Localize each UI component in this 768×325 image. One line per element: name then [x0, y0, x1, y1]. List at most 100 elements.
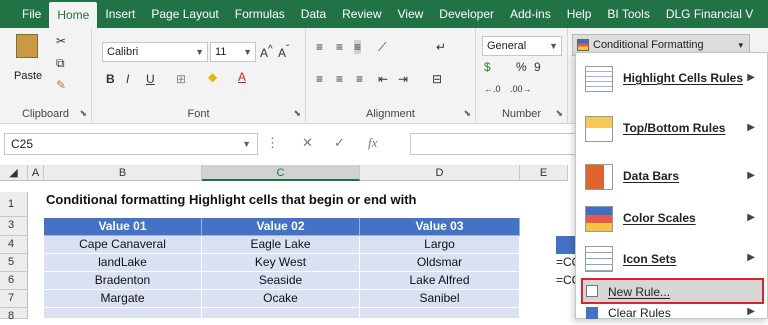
decrease-decimal-icon[interactable]: .00→	[510, 84, 532, 94]
name-box[interactable]: C25 ▼	[4, 133, 258, 155]
underline-button[interactable]: U	[146, 72, 155, 86]
align-bottom-icon[interactable]: ≡	[354, 40, 362, 54]
table-cell[interactable]: Sanibel	[360, 290, 520, 308]
column-header-a[interactable]: A	[28, 165, 44, 181]
table-cell[interactable]: Ocake	[202, 290, 360, 308]
number-launcher-icon[interactable]: ⬊	[555, 108, 563, 119]
column-header-d[interactable]: D	[360, 165, 520, 181]
row-header[interactable]: 3	[0, 217, 28, 236]
column-header-e[interactable]: E	[520, 165, 568, 181]
tab-insert[interactable]: Insert	[97, 0, 143, 28]
table-header-cell[interactable]: Value 01	[44, 218, 202, 236]
decrease-indent-icon[interactable]: ⇤	[378, 72, 388, 86]
orientation-icon[interactable]: ⟋	[378, 40, 386, 55]
insert-function-icon[interactable]: fx	[368, 135, 377, 151]
comma-style-button[interactable]: 9	[534, 60, 541, 74]
font-color-icon[interactable]: A	[238, 70, 246, 84]
cut-icon[interactable]: ✂	[56, 34, 66, 48]
enter-icon[interactable]: ✓	[334, 135, 345, 151]
table-cell[interactable]: Lake Alfred	[360, 272, 520, 290]
menu-item-new-rule[interactable]: New Rule...	[576, 281, 767, 303]
tab-home[interactable]: Home	[49, 2, 98, 28]
align-middle-icon[interactable]: ≡	[336, 40, 343, 54]
borders-icon[interactable]: ⊞	[176, 72, 186, 86]
align-left-icon[interactable]: ≡	[316, 72, 323, 86]
chevron-right-icon: ▶	[747, 306, 755, 317]
format-painter-icon[interactable]: ✎	[56, 78, 66, 92]
table-cell[interactable]: landLake	[44, 254, 202, 272]
align-center-icon[interactable]: ≡	[336, 72, 343, 86]
tab-file[interactable]: File	[14, 0, 49, 28]
side-formula-cell[interactable]: =CO	[556, 254, 576, 272]
tab-view[interactable]: View	[390, 0, 432, 28]
decrease-font-icon[interactable]: Aˇ	[278, 44, 289, 60]
table-cell[interactable]: Largo	[360, 236, 520, 254]
row-header[interactable]: 8	[0, 308, 28, 322]
menu-item-color-scales[interactable]: Color Scales ▶	[576, 199, 767, 239]
italic-button[interactable]: I	[126, 72, 129, 86]
increase-indent-icon[interactable]: ⇥	[398, 72, 408, 86]
tab-review[interactable]: Review	[334, 0, 389, 28]
table-header-cell[interactable]: Value 03	[360, 218, 520, 236]
increase-font-icon[interactable]: A^	[260, 44, 273, 60]
column-header-c[interactable]: C	[202, 165, 360, 181]
table-cell[interactable]: Oldsmar	[360, 254, 520, 272]
chevron-down-icon: ▼	[243, 47, 252, 57]
side-header-cell[interactable]	[556, 236, 576, 254]
font-size-combo[interactable]: 11 ▼	[210, 42, 256, 62]
name-box-value: C25	[11, 137, 34, 151]
paste-icon[interactable]	[16, 34, 38, 58]
tab-page-layout[interactable]: Page Layout	[143, 0, 226, 28]
currency-icon[interactable]: $	[484, 60, 491, 74]
table-cell[interactable]	[44, 308, 202, 319]
fill-color-icon[interactable]: ◆	[208, 70, 217, 84]
bold-button[interactable]: B	[106, 72, 115, 86]
merge-center-icon[interactable]: ⊟	[432, 72, 442, 86]
select-all-corner[interactable]: ◢	[0, 165, 28, 181]
tab-data[interactable]: Data	[293, 0, 334, 28]
row-header[interactable]: 4	[0, 236, 28, 254]
row-header[interactable]: 7	[0, 290, 28, 308]
side-formula-cell[interactable]: =CO	[556, 272, 576, 290]
tab-add-ins[interactable]: Add-ins	[502, 0, 559, 28]
menu-item-data-bars[interactable]: Data Bars ▶	[576, 157, 767, 197]
align-top-icon[interactable]: ≡	[316, 40, 323, 54]
font-launcher-icon[interactable]: ⬊	[293, 108, 301, 119]
conditional-formatting-icon	[577, 39, 589, 51]
table-cell[interactable]: Eagle Lake	[202, 236, 360, 254]
menu-item-clear-rules[interactable]: Clear Rules ▶	[576, 306, 767, 320]
data-bars-icon	[585, 164, 613, 190]
wrap-text-icon[interactable]: ↵	[436, 40, 446, 54]
table-cell[interactable]	[202, 308, 360, 319]
paste-button[interactable]: Paste	[14, 70, 42, 82]
tab-bi-tools[interactable]: BI Tools	[599, 0, 657, 28]
menu-item-label: Color Scales	[623, 211, 696, 225]
increase-decimal-icon[interactable]: ←.0	[484, 84, 501, 94]
tab-dlg-financial[interactable]: DLG Financial V	[658, 0, 761, 28]
table-header-cell[interactable]: Value 02	[202, 218, 360, 236]
table-cell[interactable]: Key West	[202, 254, 360, 272]
row-header[interactable]: 5	[0, 254, 28, 272]
table-cell[interactable]: Seaside	[202, 272, 360, 290]
tab-formulas[interactable]: Formulas	[227, 0, 293, 28]
row-header[interactable]: 1	[0, 192, 28, 217]
copy-icon[interactable]: ⧉	[56, 56, 65, 71]
alignment-launcher-icon[interactable]: ⬊	[463, 108, 471, 119]
table-cell[interactable]: Cape Canaveral	[44, 236, 202, 254]
row-header[interactable]: 6	[0, 272, 28, 290]
percent-button[interactable]: %	[516, 60, 527, 74]
number-format-combo[interactable]: General ▼	[482, 36, 562, 56]
column-header-b[interactable]: B	[44, 165, 202, 181]
tab-help[interactable]: Help	[559, 0, 600, 28]
table-cell[interactable]	[360, 308, 520, 319]
align-right-icon[interactable]: ≡	[356, 72, 363, 86]
clipboard-launcher-icon[interactable]: ⬊	[79, 108, 87, 119]
menu-item-highlight-cells-rules[interactable]: Highlight Cells Rules ▶	[576, 59, 767, 99]
cancel-icon[interactable]: ✕	[302, 135, 313, 151]
font-name-combo[interactable]: Calibri ▼	[102, 42, 208, 62]
table-cell[interactable]: Bradenton	[44, 272, 202, 290]
menu-item-top-bottom-rules[interactable]: Top/Bottom Rules ▶	[576, 109, 767, 149]
table-cell[interactable]: Margate	[44, 290, 202, 308]
tab-developer[interactable]: Developer	[431, 0, 502, 28]
menu-item-icon-sets[interactable]: Icon Sets ▶	[576, 243, 767, 275]
